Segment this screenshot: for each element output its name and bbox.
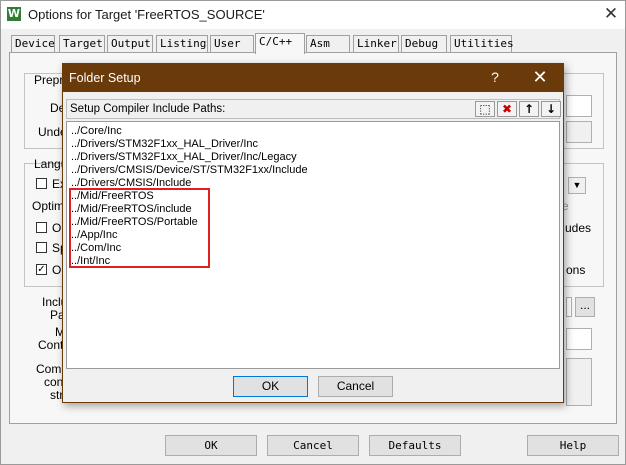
- includes-suffix-label: udes: [565, 221, 592, 235]
- tab-output[interactable]: Output: [107, 35, 153, 52]
- dialog-help-button[interactable]: ?: [487, 69, 503, 85]
- dialog-title: Folder Setup: [69, 71, 141, 85]
- compiler-control-string-field: [566, 358, 592, 406]
- chevron-down-icon[interactable]: ▼: [568, 177, 586, 194]
- tab-device[interactable]: Device: [11, 35, 55, 52]
- include-paths-title: Setup Compiler Include Paths:: [70, 103, 226, 115]
- one-elf-checkbox[interactable]: ✓: [36, 264, 47, 275]
- tab-listing[interactable]: Listing: [156, 35, 208, 52]
- dialog-ok-button[interactable]: OK: [233, 376, 308, 397]
- tab-utilities[interactable]: Utilities: [450, 35, 514, 52]
- browse-include-paths-button[interactable]: ...: [575, 297, 595, 317]
- include-path-list[interactable]: ../Core/Inc ../Drivers/STM32F1xx_HAL_Dri…: [66, 121, 560, 369]
- tab-asm[interactable]: Asm: [306, 35, 350, 52]
- misc-controls-field[interactable]: [566, 328, 592, 350]
- folder-setup-dialog: Folder Setup ? ✕ Setup Compiler Include …: [62, 63, 564, 403]
- tab-user[interactable]: User: [210, 35, 254, 52]
- include-paths-header: Setup Compiler Include Paths: ⬚ ✖ ↑ ↓: [66, 99, 561, 119]
- dialog-title-bar: Folder Setup ? ✕: [63, 64, 563, 92]
- tab-linker[interactable]: Linker: [353, 35, 399, 52]
- tab-target[interactable]: Target: [59, 35, 105, 52]
- compiler-control-string-label-1: con: [44, 375, 64, 389]
- list-item[interactable]: ../Drivers/STM32F1xx_HAL_Driver/Inc/Lega…: [71, 151, 297, 163]
- options-suffix-label: ons: [566, 263, 586, 277]
- split-checkbox[interactable]: [36, 242, 47, 253]
- define-field[interactable]: [566, 95, 592, 117]
- move-up-icon[interactable]: ↑: [519, 101, 539, 117]
- new-folder-icon[interactable]: ⬚: [475, 101, 495, 117]
- include-paths-field[interactable]: [566, 297, 572, 317]
- dialog-close-button[interactable]: ✕: [529, 67, 551, 88]
- optimize-checkbox[interactable]: [36, 222, 47, 233]
- keil-app-icon: W: [7, 7, 21, 21]
- execute-only-checkbox[interactable]: [36, 178, 47, 189]
- tab-cpp[interactable]: C/C++: [255, 33, 305, 54]
- title-bar: W Options for Target 'FreeRTOS_SOURCE' ✕: [1, 1, 625, 29]
- help-button[interactable]: Help: [527, 435, 619, 456]
- list-item[interactable]: ../Drivers/CMSIS/Device/ST/STM32F1xx/Inc…: [71, 164, 308, 176]
- move-down-icon[interactable]: ↓: [541, 101, 561, 117]
- window-title: Options for Target 'FreeRTOS_SOURCE': [28, 7, 265, 22]
- undefine-field[interactable]: [566, 121, 592, 143]
- dialog-cancel-button[interactable]: Cancel: [318, 376, 393, 397]
- ok-button[interactable]: OK: [165, 435, 257, 456]
- cancel-button[interactable]: Cancel: [267, 435, 359, 456]
- window-close-button[interactable]: ✕: [600, 4, 622, 26]
- defaults-button[interactable]: Defaults: [369, 435, 461, 456]
- delete-icon[interactable]: ✖: [497, 101, 517, 117]
- list-item[interactable]: ../Core/Inc: [71, 125, 122, 137]
- list-item[interactable]: ../Drivers/STM32F1xx_HAL_Driver/Inc: [71, 138, 258, 150]
- tab-debug[interactable]: Debug: [401, 35, 447, 52]
- highlight-annotation-box: [69, 188, 210, 268]
